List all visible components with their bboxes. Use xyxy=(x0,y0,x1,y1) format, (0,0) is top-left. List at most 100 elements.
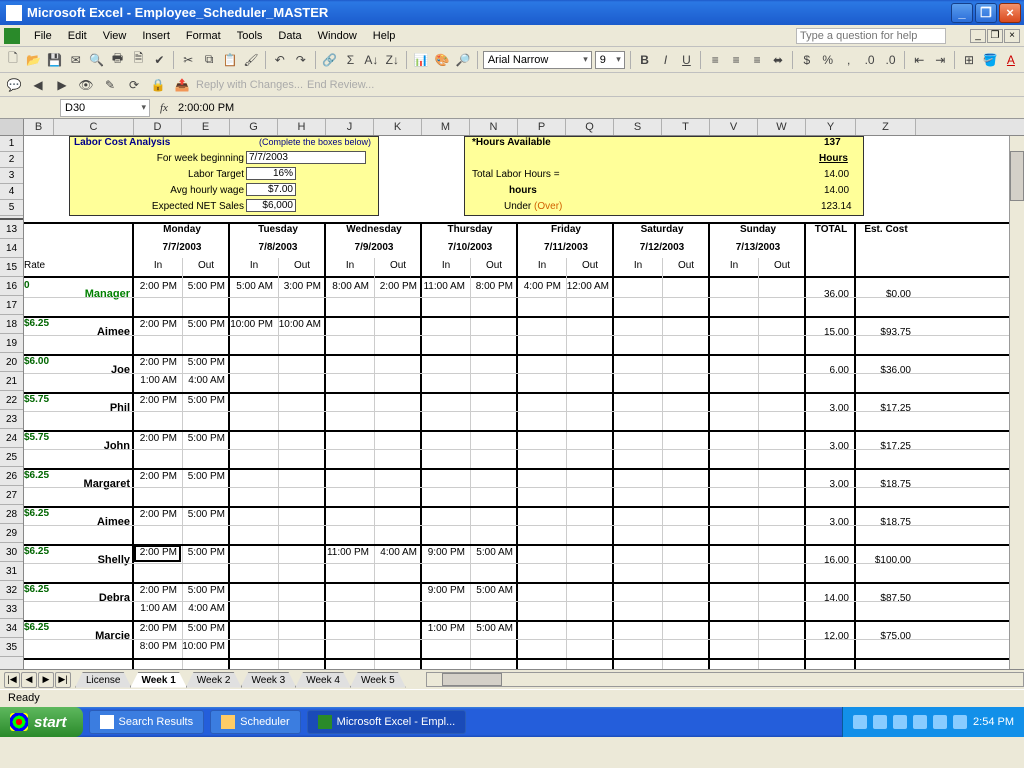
rate-cell[interactable]: $6.25 xyxy=(24,546,52,557)
clock[interactable]: 2:54 PM xyxy=(973,716,1014,728)
row-header-4[interactable]: 4 xyxy=(0,184,23,200)
row-header-1[interactable]: 1 xyxy=(0,136,23,152)
save-icon[interactable]: 💾 xyxy=(46,50,64,70)
row-header-35[interactable]: 35 xyxy=(0,638,23,657)
col-header-G[interactable]: G xyxy=(230,119,278,135)
sheet-tab-week-4[interactable]: Week 4 xyxy=(295,672,351,688)
rate-cell[interactable]: $5.75 xyxy=(24,432,52,443)
tab-first-icon[interactable]: |◀ xyxy=(4,672,20,688)
rate-cell[interactable]: $6.00 xyxy=(24,356,52,367)
tab-prev-icon[interactable]: ◀ xyxy=(21,672,37,688)
merge-icon[interactable]: ⬌ xyxy=(769,50,787,70)
rate-cell[interactable]: $6.25 xyxy=(24,470,52,481)
close-button[interactable]: × xyxy=(999,3,1021,23)
wage-input[interactable]: $7.00 xyxy=(246,183,296,196)
row-header-31[interactable]: 31 xyxy=(0,562,23,581)
shift-in[interactable]: 1:00 AM xyxy=(134,374,180,389)
comment-prev-icon[interactable]: ◀ xyxy=(28,75,48,95)
shift-out[interactable]: 5:00 PM xyxy=(182,318,228,333)
sort-desc-icon[interactable]: Z↓ xyxy=(383,50,401,70)
shift-in[interactable]: 2:00 PM xyxy=(134,356,180,371)
row-header-19[interactable]: 19 xyxy=(0,334,23,353)
shift-out[interactable]: 10:00 AM xyxy=(278,318,324,333)
fill-color-icon[interactable]: 🪣 xyxy=(981,50,999,70)
shift-out[interactable]: 4:00 AM xyxy=(182,602,228,617)
shift-in[interactable]: 9:00 PM xyxy=(422,546,468,561)
shift-out[interactable]: 10:00 PM xyxy=(182,640,228,655)
col-header-Y[interactable]: Y xyxy=(806,119,856,135)
col-header-S[interactable]: S xyxy=(614,119,662,135)
shift-in[interactable]: 2:00 PM xyxy=(134,622,180,637)
row-header-22[interactable]: 22 xyxy=(0,391,23,410)
undo-icon[interactable]: ↶ xyxy=(271,50,289,70)
start-button[interactable]: start xyxy=(0,707,83,737)
row-header-5[interactable]: 5 xyxy=(0,200,23,216)
shift-in[interactable]: 2:00 PM xyxy=(134,432,180,447)
taskbar-item-excel[interactable]: Microsoft Excel - Empl... xyxy=(307,710,467,734)
font-size-combo[interactable]: 9 xyxy=(595,51,625,69)
shift-out[interactable]: 5:00 PM xyxy=(182,470,228,485)
row-header-28[interactable]: 28 xyxy=(0,505,23,524)
row-header-30[interactable]: 30 xyxy=(0,543,23,562)
percent-icon[interactable]: % xyxy=(819,50,837,70)
col-header-B[interactable]: B xyxy=(24,119,54,135)
select-all-corner[interactable] xyxy=(0,119,24,135)
tray-icon[interactable] xyxy=(873,715,887,729)
menu-tools[interactable]: Tools xyxy=(229,28,271,44)
italic-button[interactable]: I xyxy=(657,50,675,70)
vertical-scrollbar[interactable] xyxy=(1009,136,1024,669)
col-header-E[interactable]: E xyxy=(182,119,230,135)
zoom-icon[interactable]: 🔎 xyxy=(454,50,472,70)
col-header-D[interactable]: D xyxy=(134,119,182,135)
cells-area[interactable]: Labor Cost Analysis (Complete the boxes … xyxy=(24,136,1024,669)
row-header-21[interactable]: 21 xyxy=(0,372,23,391)
name-box[interactable]: D30 xyxy=(60,99,150,117)
search-icon[interactable]: 🔍 xyxy=(88,50,106,70)
menu-data[interactable]: Data xyxy=(270,28,309,44)
dec-indent-icon[interactable]: ⇤ xyxy=(910,50,928,70)
comma-icon[interactable]: , xyxy=(840,50,858,70)
col-header-Z[interactable]: Z xyxy=(856,119,916,135)
cut-icon[interactable]: ✂ xyxy=(179,50,197,70)
shift-in[interactable]: 1:00 AM xyxy=(134,602,180,617)
row-header-18[interactable]: 18 xyxy=(0,315,23,334)
shift-out[interactable]: 8:00 PM xyxy=(470,280,516,295)
taskbar-item-scheduler[interactable]: Scheduler xyxy=(210,710,301,734)
rate-cell[interactable]: 0 xyxy=(24,280,52,291)
underline-button[interactable]: U xyxy=(677,50,695,70)
drawing-icon[interactable]: 🎨 xyxy=(433,50,451,70)
col-header-K[interactable]: K xyxy=(374,119,422,135)
rate-cell[interactable]: $5.75 xyxy=(24,394,52,405)
rate-cell[interactable]: $6.25 xyxy=(24,318,52,329)
sheet-tab-week-5[interactable]: Week 5 xyxy=(350,672,406,688)
doc-restore-button[interactable]: ❐ xyxy=(987,29,1003,43)
inc-indent-icon[interactable]: ⇥ xyxy=(931,50,949,70)
row-header-17[interactable]: 17 xyxy=(0,296,23,315)
shift-out[interactable]: 5:00 PM xyxy=(182,394,228,409)
selected-cell[interactable] xyxy=(134,545,181,562)
col-header-V[interactable]: V xyxy=(710,119,758,135)
row-header-2[interactable]: 2 xyxy=(0,152,23,168)
shift-in[interactable]: 9:00 PM xyxy=(422,584,468,599)
shift-in[interactable]: 4:00 PM xyxy=(518,280,564,295)
menu-help[interactable]: Help xyxy=(365,28,404,44)
week-input[interactable]: 7/7/2003 xyxy=(246,151,366,164)
menu-view[interactable]: View xyxy=(95,28,135,44)
new-icon[interactable]: 🗋 xyxy=(4,50,22,70)
redo-icon[interactable]: ↷ xyxy=(292,50,310,70)
comment-show-icon[interactable]: 👁 xyxy=(76,75,96,95)
row-header-29[interactable]: 29 xyxy=(0,524,23,543)
tab-nav[interactable]: |◀ ◀ ▶ ▶| xyxy=(4,672,72,688)
system-tray[interactable]: 2:54 PM xyxy=(842,707,1024,737)
row-header-20[interactable]: 20 xyxy=(0,353,23,372)
minimize-button[interactable]: _ xyxy=(951,3,973,23)
shift-out[interactable]: 2:00 PM xyxy=(374,280,420,295)
menu-file[interactable]: File xyxy=(26,28,60,44)
copy-icon[interactable]: ⧉ xyxy=(200,50,218,70)
shift-in[interactable]: 1:00 PM xyxy=(422,622,468,637)
row-header-14[interactable]: 14 xyxy=(0,239,23,258)
shift-out[interactable]: 4:00 AM xyxy=(374,546,420,561)
col-header-T[interactable]: T xyxy=(662,119,710,135)
tab-next-icon[interactable]: ▶ xyxy=(38,672,54,688)
row-header-27[interactable]: 27 xyxy=(0,486,23,505)
